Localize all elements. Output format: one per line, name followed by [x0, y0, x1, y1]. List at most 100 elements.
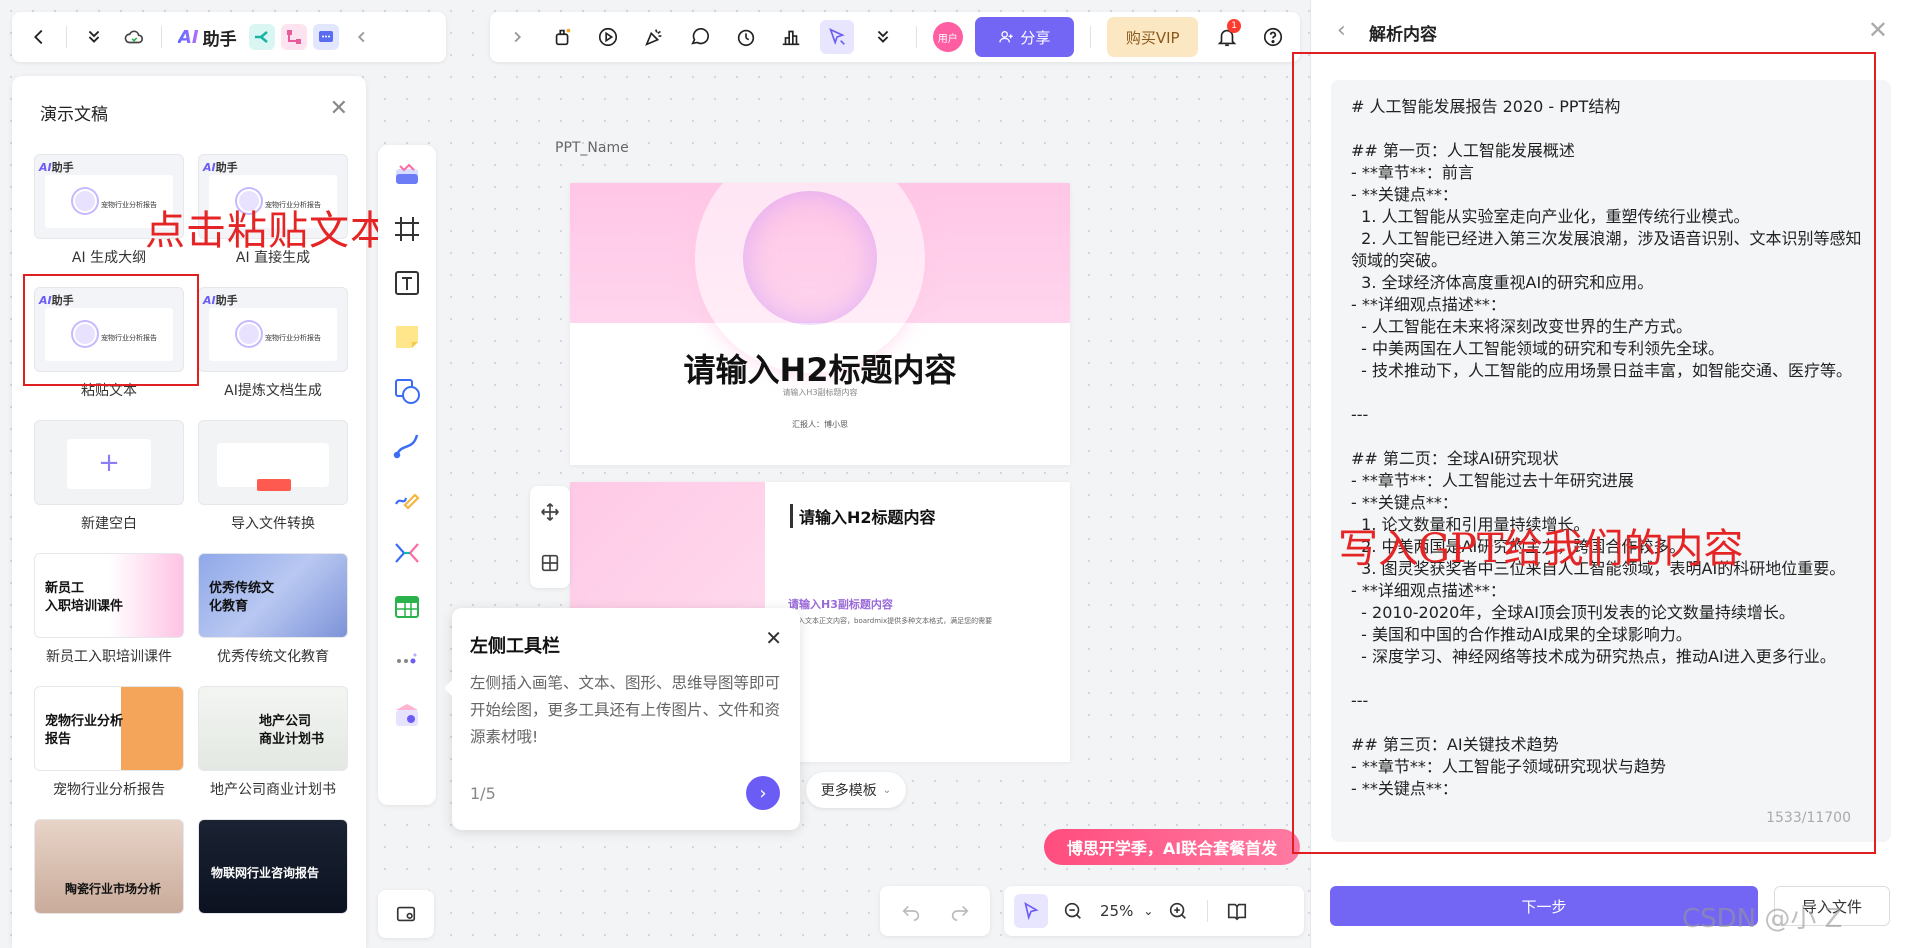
select-pointer-icon[interactable] [1014, 894, 1048, 928]
vote-podium-icon[interactable] [775, 20, 809, 54]
undo-redo-bar [880, 886, 990, 936]
main-toolbar: 用户 分享 购买VIP 1 [490, 12, 1300, 62]
ai-logo-icon: AI [178, 26, 199, 48]
slide-title: 请输入H2标题内容 [790, 504, 936, 528]
collapse-left-icon[interactable] [345, 20, 379, 54]
sparkle-icon [237, 322, 261, 346]
divider [161, 26, 162, 48]
more-tools-icon[interactable] [387, 641, 427, 681]
help-icon[interactable] [1256, 20, 1290, 54]
celebrate-icon[interactable] [637, 20, 671, 54]
follow-cursor-icon[interactable] [820, 20, 855, 54]
template-icon[interactable] [387, 155, 427, 195]
undo-icon[interactable] [894, 894, 928, 928]
card-import-file[interactable]: 导入文件转换 [198, 420, 348, 553]
mindmap-icon[interactable] [248, 24, 275, 50]
card-template-realestate[interactable]: 地产公司 商业计划书 地产公司商业计划书 [198, 686, 348, 819]
ai-badge: AI助手 [203, 294, 238, 307]
slide-1[interactable]: 请输入H2标题内容 请输入H3副标题内容 汇报人：博小思 [570, 183, 1070, 465]
avatar[interactable]: 用户 [932, 22, 963, 52]
template-brush-icon[interactable] [546, 20, 580, 54]
pen-draw-icon[interactable] [387, 479, 427, 519]
zoom-in-icon[interactable] [1161, 894, 1195, 928]
move-icon[interactable] [533, 495, 567, 529]
chevron-right-icon: › [759, 782, 767, 804]
close-icon[interactable]: ✕ [1868, 16, 1888, 44]
card-template-pet[interactable]: 宠物行业分析 报告 宠物行业分析报告 [34, 686, 184, 819]
slide-floating-tools [530, 486, 570, 588]
zoom-level[interactable]: 25% [1100, 902, 1133, 920]
slide-reporter: 汇报人：博小思 [792, 420, 848, 429]
thumb-text: 宠物行业分析报告 [265, 334, 321, 342]
card-template-onboarding[interactable]: 新员工 入职培训课件 新员工入职培训课件 [34, 553, 184, 686]
card-label: 宠物行业分析报告 [53, 782, 165, 798]
back-icon[interactable]: ‹ [1337, 18, 1346, 43]
promo-banner[interactable]: 博思开学季，AI联合套餐首发 [1044, 829, 1300, 865]
ai-assistant-button[interactable]: AI 助手 [178, 25, 237, 50]
annotation-gpt-content: 写入GPT给我们的内容 [1338, 526, 1744, 572]
left-toolbar [378, 145, 436, 805]
frame-icon[interactable] [387, 209, 427, 249]
card-ai-extract-doc[interactable]: AI助手宠物行业分析报告 AI提炼文档生成 [198, 287, 348, 420]
card-template-culture[interactable]: 优秀传统文 化教育 优秀传统文化教育 [198, 553, 348, 686]
card-template-iot[interactable]: 物联网行业咨询报告 [198, 819, 348, 948]
back-icon[interactable] [22, 20, 56, 54]
thumb-title: 宠物行业分析 报告 [45, 714, 124, 747]
top-left-toolbar: AI 助手 [12, 12, 446, 62]
tooltip-page-indicator: 1/5 [470, 784, 496, 803]
sticky-note-icon[interactable] [387, 317, 427, 357]
card-new-blank[interactable]: + 新建空白 [34, 420, 184, 553]
map-settings-button[interactable] [378, 890, 434, 938]
chevrons-down-icon[interactable] [77, 20, 111, 54]
panel-title: 演示文稿 [40, 105, 108, 125]
chevron-down-icon[interactable]: ⌄ [1143, 904, 1153, 918]
sparkle-icon [73, 189, 97, 213]
buy-vip-button[interactable]: 购买VIP [1107, 17, 1199, 57]
present-play-icon[interactable] [592, 20, 626, 54]
comment-icon[interactable] [683, 20, 717, 54]
comment-board-icon[interactable] [312, 24, 339, 50]
watermark: CSDN @小 Z [1682, 904, 1843, 934]
redo-icon[interactable] [943, 894, 977, 928]
card-label: 新建空白 [81, 516, 137, 532]
share-button[interactable]: 分享 [974, 17, 1075, 57]
next-arrow-button[interactable]: › [746, 776, 780, 810]
minimap-book-icon[interactable] [1220, 894, 1254, 928]
ai-assistant-label: 助手 [202, 29, 237, 50]
ai-badge: AI助手 [39, 161, 74, 174]
close-icon[interactable]: ✕ [330, 96, 348, 121]
flowchart-icon[interactable] [280, 24, 307, 50]
ppt-name-label[interactable]: PPT_Name [555, 140, 629, 156]
cloud-saved-icon[interactable] [117, 20, 151, 54]
expand-right-icon[interactable] [500, 20, 534, 54]
timer-icon[interactable] [729, 20, 763, 54]
panel-title: 解析内容 [1369, 25, 1437, 45]
mindmap-tool-icon[interactable] [387, 533, 427, 573]
more-templates-button[interactable]: 更多模板 ⌄ [806, 772, 906, 808]
card-label: 地产公司商业计划书 [210, 782, 336, 798]
slide-subtitle: 请输入H3副标题内容 [788, 598, 893, 611]
text-tool-icon[interactable] [387, 263, 427, 303]
layout-grid-icon[interactable] [533, 546, 567, 580]
connector-line-icon[interactable] [387, 425, 427, 465]
more-chevrons-icon[interactable] [866, 20, 900, 54]
card-label: 新员工入职培训课件 [46, 649, 172, 665]
user-add-icon [999, 31, 1014, 43]
table-tool-icon[interactable] [387, 587, 427, 627]
ai-badge: AI助手 [203, 161, 238, 174]
notification-bell-icon[interactable]: 1 [1210, 19, 1244, 54]
card-label: AI提炼文档生成 [224, 383, 322, 399]
thumb-title: 地产公司 商业计划书 [259, 714, 325, 747]
zoom-out-icon[interactable] [1056, 894, 1090, 928]
card-template-ceramics[interactable]: 陶瓷行业市场分析 [34, 819, 184, 948]
close-icon[interactable]: ✕ [765, 626, 782, 650]
zoom-bar: 25% ⌄ [1004, 886, 1304, 936]
divider [66, 26, 67, 48]
shape-tool-icon[interactable] [387, 371, 427, 411]
map-pin-icon [396, 906, 416, 922]
tooltip-title: 左侧工具栏 [470, 636, 560, 657]
thumb-title: 物联网行业咨询报告 [211, 866, 320, 880]
highlight-frame-content [1292, 52, 1876, 854]
tooltip-body: 左侧插入画笔、文本、图形、思维导图等即可开始绘图，更多工具还有上传图片、文件和资… [470, 674, 781, 746]
resource-box-icon[interactable] [387, 695, 427, 735]
